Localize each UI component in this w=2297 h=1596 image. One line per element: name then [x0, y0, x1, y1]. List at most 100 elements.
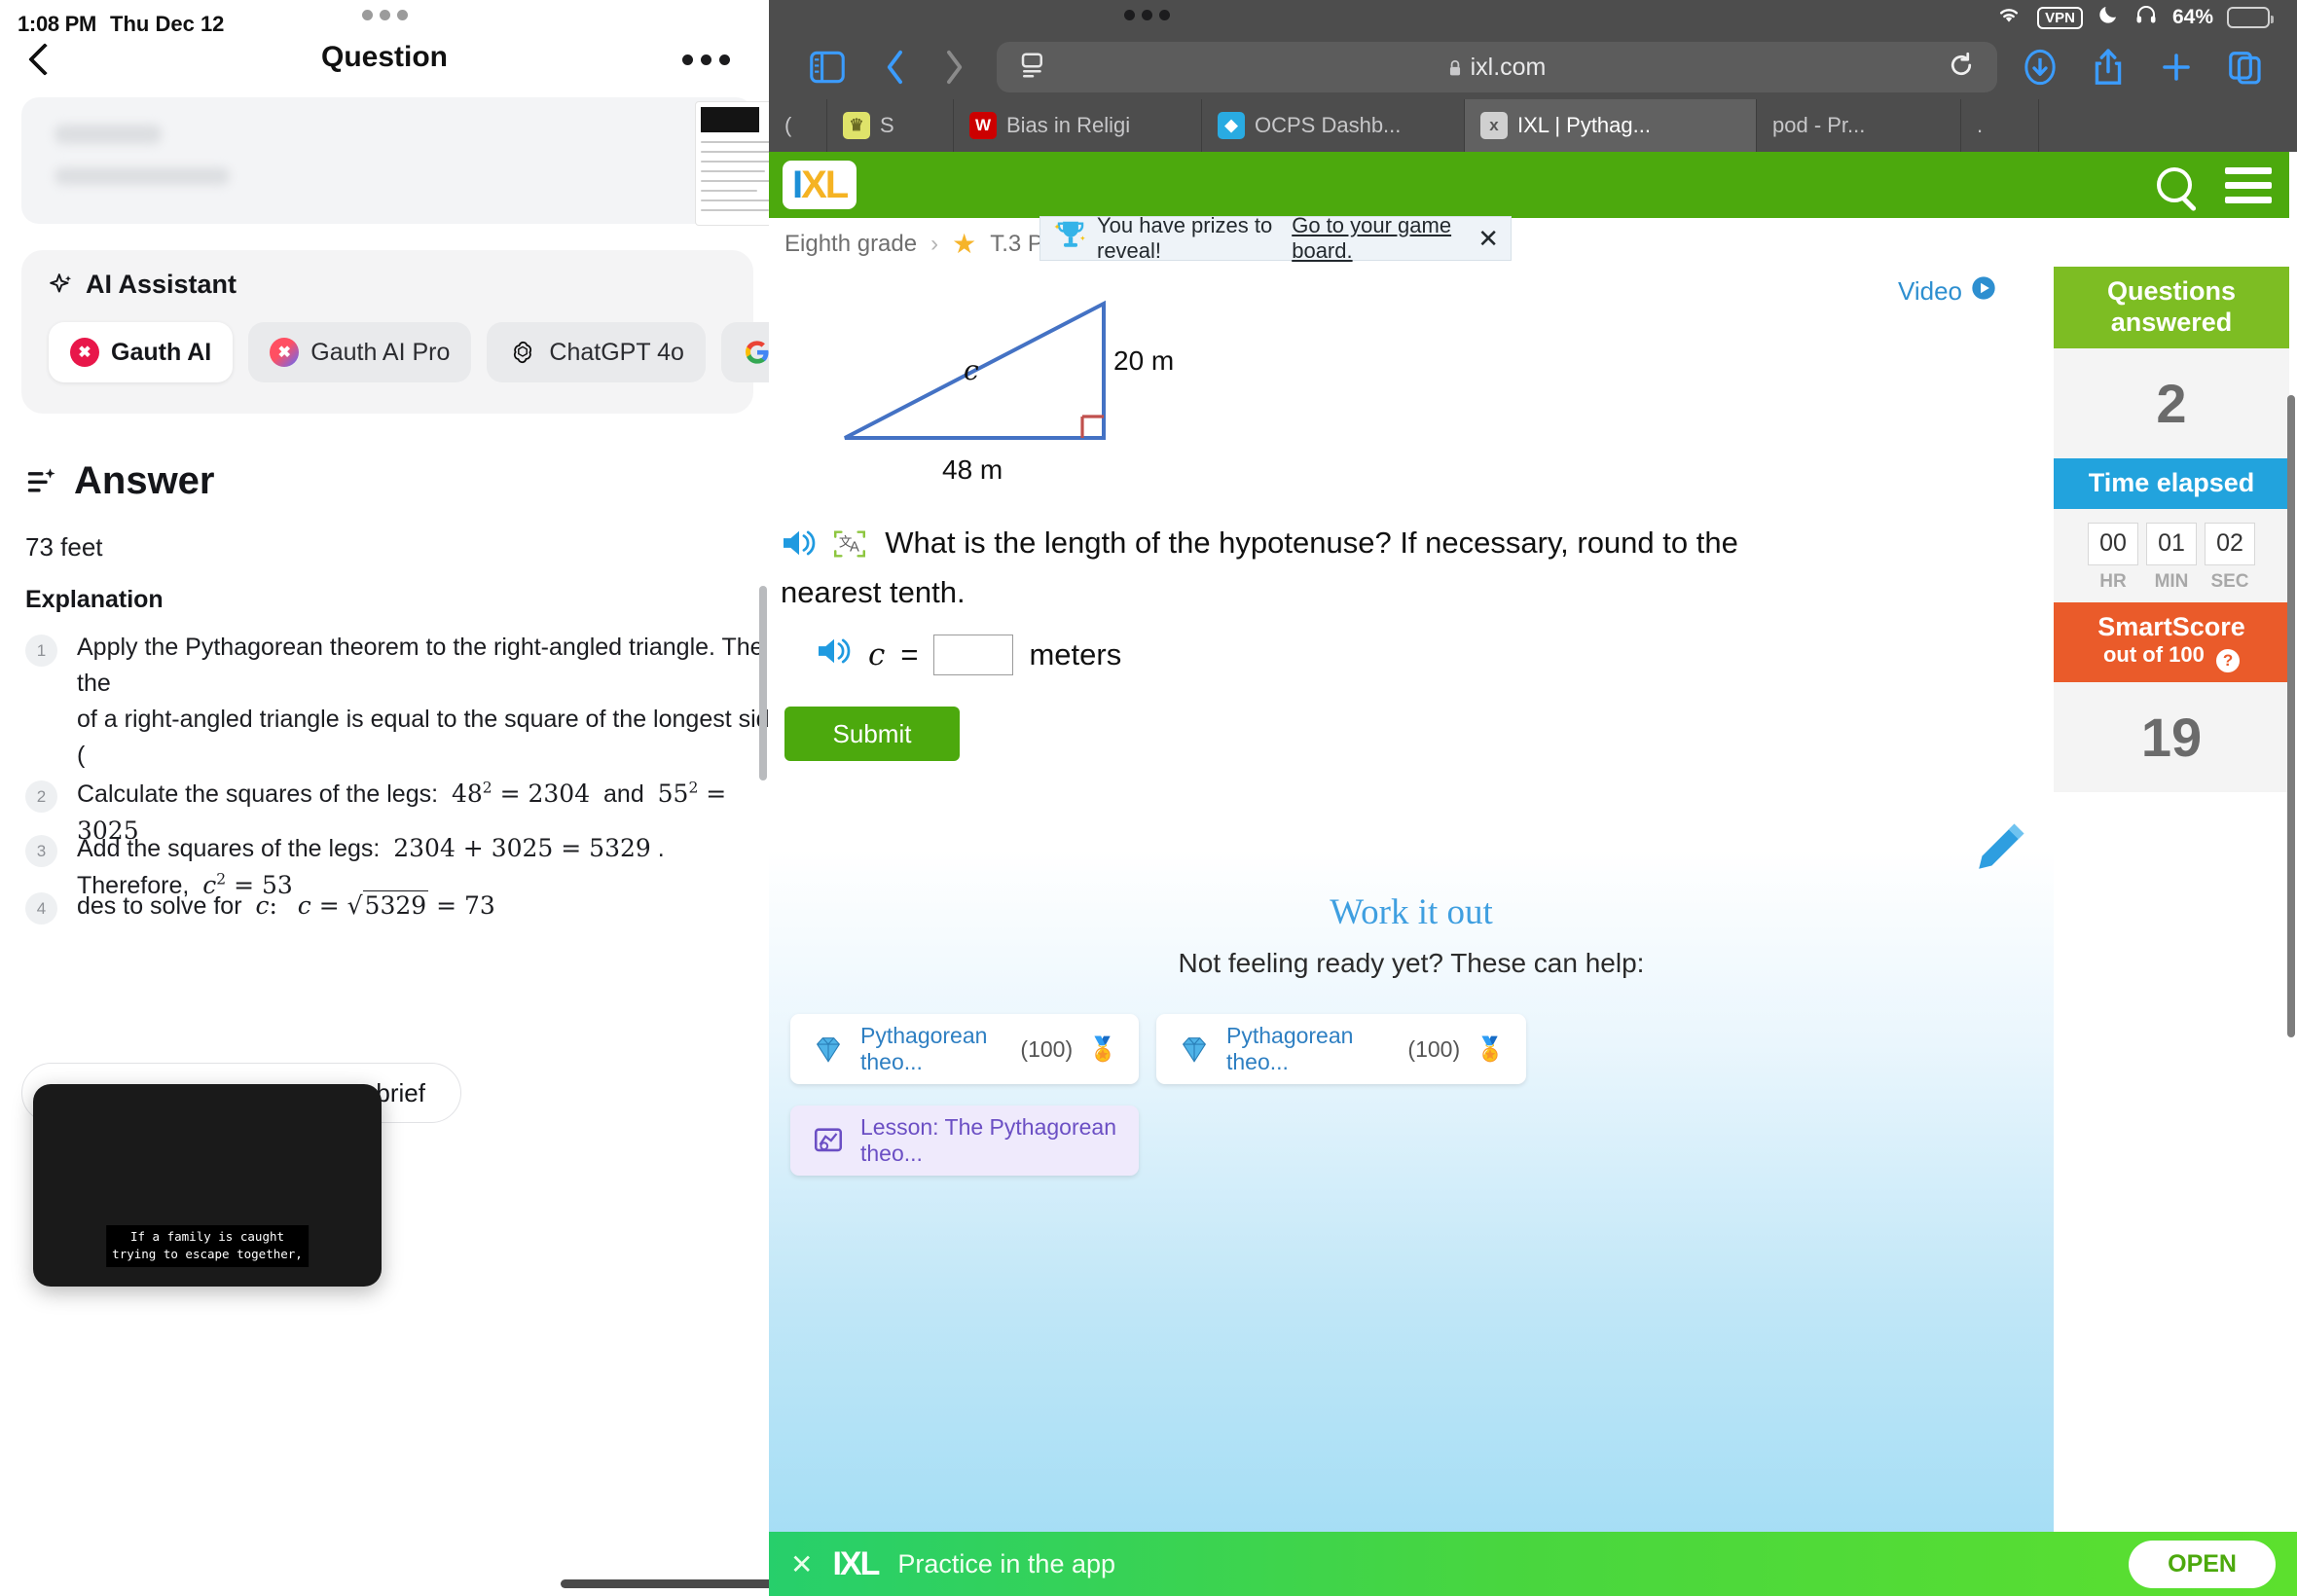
url-text: ixl.com: [1470, 53, 1547, 81]
picture-in-picture-video[interactable]: If a family is caught trying to escape t…: [33, 1084, 382, 1287]
browser-tab[interactable]: W Bias in Religi: [954, 99, 1202, 152]
ellipsis-icon[interactable]: [682, 54, 730, 65]
browser-tab[interactable]: ◆ OCPS Dashb...: [1202, 99, 1465, 152]
page-scrollbar[interactable]: [2287, 395, 2295, 1037]
game-board-link[interactable]: Go to your game board.: [1292, 213, 1464, 264]
answer-unit: meters: [1029, 637, 1122, 671]
ixl-logo[interactable]: IXL: [783, 161, 857, 209]
download-icon[interactable]: [2015, 42, 2065, 92]
smartscore-label: SmartScore: [2097, 611, 2245, 641]
timer-min-label: MIN: [2154, 570, 2189, 592]
ai-chip-label: ChatGPT 4o: [549, 338, 684, 366]
openai-logo-icon: [508, 338, 537, 367]
timer-hr-label: HR: [2099, 570, 2127, 592]
tab-overview-icon[interactable]: [2219, 42, 2270, 92]
close-icon[interactable]: ✕: [1477, 224, 1499, 254]
explanation-step: 1 Apply the Pythagorean theorem to the r…: [25, 630, 769, 774]
left-scrollbar[interactable]: [759, 586, 767, 780]
answer-variable: c: [868, 637, 886, 672]
ai-chip-gemini-advance[interactable]: Gemini Advance: [720, 322, 769, 382]
browser-tab[interactable]: .: [1961, 99, 2039, 152]
explanation-step: 4 des to solve for c: c = √5329 = 73: [25, 888, 769, 925]
step-prefix: Add the squares of the legs:: [77, 835, 381, 862]
plus-icon[interactable]: [2151, 42, 2202, 92]
prize-text: You have prizes to reveal!: [1097, 213, 1273, 263]
timer-minutes: 01: [2146, 522, 2197, 565]
ai-assistant-panel: AI Assistant ✖ Gauth AI ✖ Gauth AI Pro C…: [21, 250, 769, 414]
speaker-icon[interactable]: [816, 635, 853, 674]
share-icon[interactable]: [2083, 42, 2133, 92]
ai-model-chip-row[interactable]: ✖ Gauth AI ✖ Gauth AI Pro ChatGPT 4o: [49, 322, 769, 382]
open-app-button[interactable]: OPEN: [2129, 1540, 2276, 1588]
ixl-question-area: Video c 20 m 48 m 文 A What is the length…: [769, 267, 2054, 1596]
browser-tab[interactable]: (: [769, 99, 827, 152]
help-icon[interactable]: ?: [2216, 649, 2241, 673]
translate-icon[interactable]: 文 A: [832, 528, 867, 571]
tab-favicon: ♛: [843, 112, 870, 139]
home-indicator-left[interactable]: [561, 1579, 769, 1588]
help-card-count: (100): [1020, 1035, 1074, 1062]
help-card-lesson[interactable]: Lesson: The Pythagorean theo...: [790, 1106, 1139, 1176]
answer-input[interactable]: [933, 635, 1014, 675]
tab-bar[interactable]: ( ♛ S W Bias in Religi ◆ OCPS Dashb... x…: [769, 99, 2297, 152]
reader-view-icon[interactable]: [1018, 51, 1047, 85]
step-math: c = √5329 = 73: [297, 890, 495, 920]
headphones-icon: [2133, 3, 2159, 32]
ai-chip-chatgpt-4o[interactable]: ChatGPT 4o: [487, 322, 706, 382]
browser-tab-active[interactable]: x IXL | Pythag...: [1465, 99, 1757, 152]
video-caption: If a family is caught trying to escape t…: [106, 1224, 309, 1267]
step-prefix: des to solve for: [77, 892, 242, 920]
left-scroll-area[interactable]: AI Assistant ✖ Gauth AI ✖ Gauth AI Pro C…: [0, 90, 769, 1596]
ai-chip-gauth-ai-pro[interactable]: ✖ Gauth AI Pro: [248, 322, 472, 382]
submit-button[interactable]: Submit: [784, 707, 960, 761]
timer-sec-label: SEC: [2210, 570, 2249, 592]
question-text-row: 文 A What is the length of the hypotenuse…: [781, 522, 1841, 614]
multitask-grabber-left[interactable]: [362, 10, 408, 20]
browser-back-button[interactable]: [870, 42, 921, 92]
video-link[interactable]: Video: [1898, 274, 1997, 308]
close-icon[interactable]: ✕: [790, 1548, 813, 1580]
search-icon[interactable]: [2157, 167, 2192, 202]
hamburger-menu-icon[interactable]: [2225, 166, 2272, 203]
gem-icon: [1178, 1033, 1211, 1066]
tab-label: S: [880, 113, 894, 137]
help-card-skill-1[interactable]: Pythagorean theo... (100) 🏅: [790, 1014, 1139, 1084]
url-bar[interactable]: ixl.com: [997, 42, 1997, 92]
safari-pane: VPN 64% ixl.com (♛ S W Bias in Religi ◆…: [769, 0, 2297, 1596]
multitask-grabber-right[interactable]: [1124, 10, 1170, 20]
browser-forward-button[interactable]: [929, 42, 979, 92]
question-text: What is the length of the hypotenuse? If…: [781, 526, 1738, 610]
browser-tab[interactable]: ♛ S: [827, 99, 954, 152]
medal-icon: 🏅: [1476, 1035, 1505, 1063]
timer: 00 01 02 HR MIN SEC: [2054, 508, 2289, 602]
caption-line-1: If a family is caught: [129, 1228, 285, 1244]
reload-icon[interactable]: [1947, 51, 1976, 85]
ai-chip-gauth-ai[interactable]: ✖ Gauth AI: [49, 322, 234, 382]
left-navbar: Question: [0, 35, 769, 84]
browser-tab[interactable]: pod - Pr...: [1757, 99, 1961, 152]
help-card-skill-2[interactable]: Pythagorean theo... (100) 🏅: [1156, 1014, 1526, 1084]
right-status-bar: VPN 64%: [769, 0, 2297, 35]
equals-sign: =: [900, 637, 919, 671]
answer-list-icon: [25, 465, 58, 498]
question-thumbnail[interactable]: [695, 101, 769, 226]
breadcrumb-grade[interactable]: Eighth grade: [784, 231, 917, 258]
sparkle-icon: [49, 272, 74, 298]
wifi-icon: [1994, 4, 2024, 31]
question-preview-card[interactable]: [21, 97, 769, 226]
caption-line-2: trying to escape together,: [112, 1247, 303, 1262]
chevron-right-icon: ›: [930, 230, 939, 257]
speaker-icon[interactable]: [781, 527, 818, 570]
answer-row: c = meters: [816, 635, 1121, 675]
ixl-logo-small: IXL: [832, 1544, 880, 1582]
step-number: 3: [25, 835, 57, 867]
star-icon: ★: [952, 229, 977, 259]
help-card-label: Pythagorean theo...: [860, 1023, 988, 1074]
video-label: Video: [1897, 276, 1962, 306]
app-promo-banner: ✕ IXL Practice in the app OPEN: [769, 1532, 2297, 1596]
sidebar-icon[interactable]: [802, 42, 853, 92]
step-math: c:: [255, 891, 277, 920]
ai-assistant-title: AI Assistant: [86, 270, 237, 299]
pencil-icon[interactable]: [1966, 817, 2030, 882]
tab-label: .: [1977, 113, 1984, 137]
